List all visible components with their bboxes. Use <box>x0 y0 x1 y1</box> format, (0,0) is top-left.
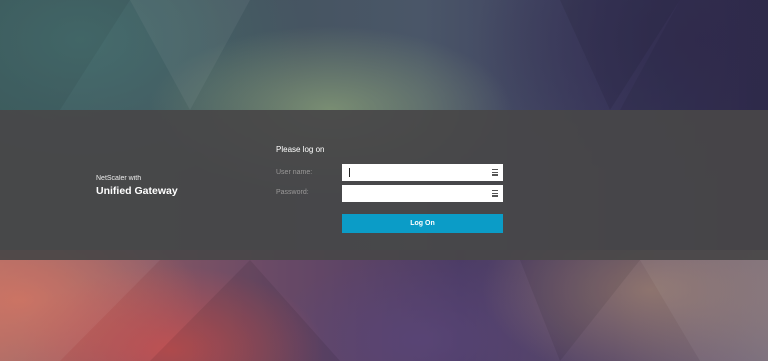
keyboard-icon[interactable] <box>492 169 498 176</box>
username-field[interactable] <box>342 164 503 181</box>
brand-subtitle: NetScaler with <box>96 175 142 182</box>
password-label: Password: <box>276 189 309 196</box>
brand-title: Unified Gateway <box>96 185 178 197</box>
password-field[interactable] <box>342 185 503 202</box>
text-caret <box>349 168 350 177</box>
username-label: User name: <box>276 169 313 176</box>
login-page: NetScaler with Unified Gateway Please lo… <box>0 0 768 361</box>
keyboard-icon[interactable] <box>492 190 498 197</box>
brand-logo: NetScaler with Unified Gateway <box>96 175 178 197</box>
form-title: Please log on <box>276 145 325 154</box>
logon-button[interactable]: Log On <box>342 214 503 233</box>
